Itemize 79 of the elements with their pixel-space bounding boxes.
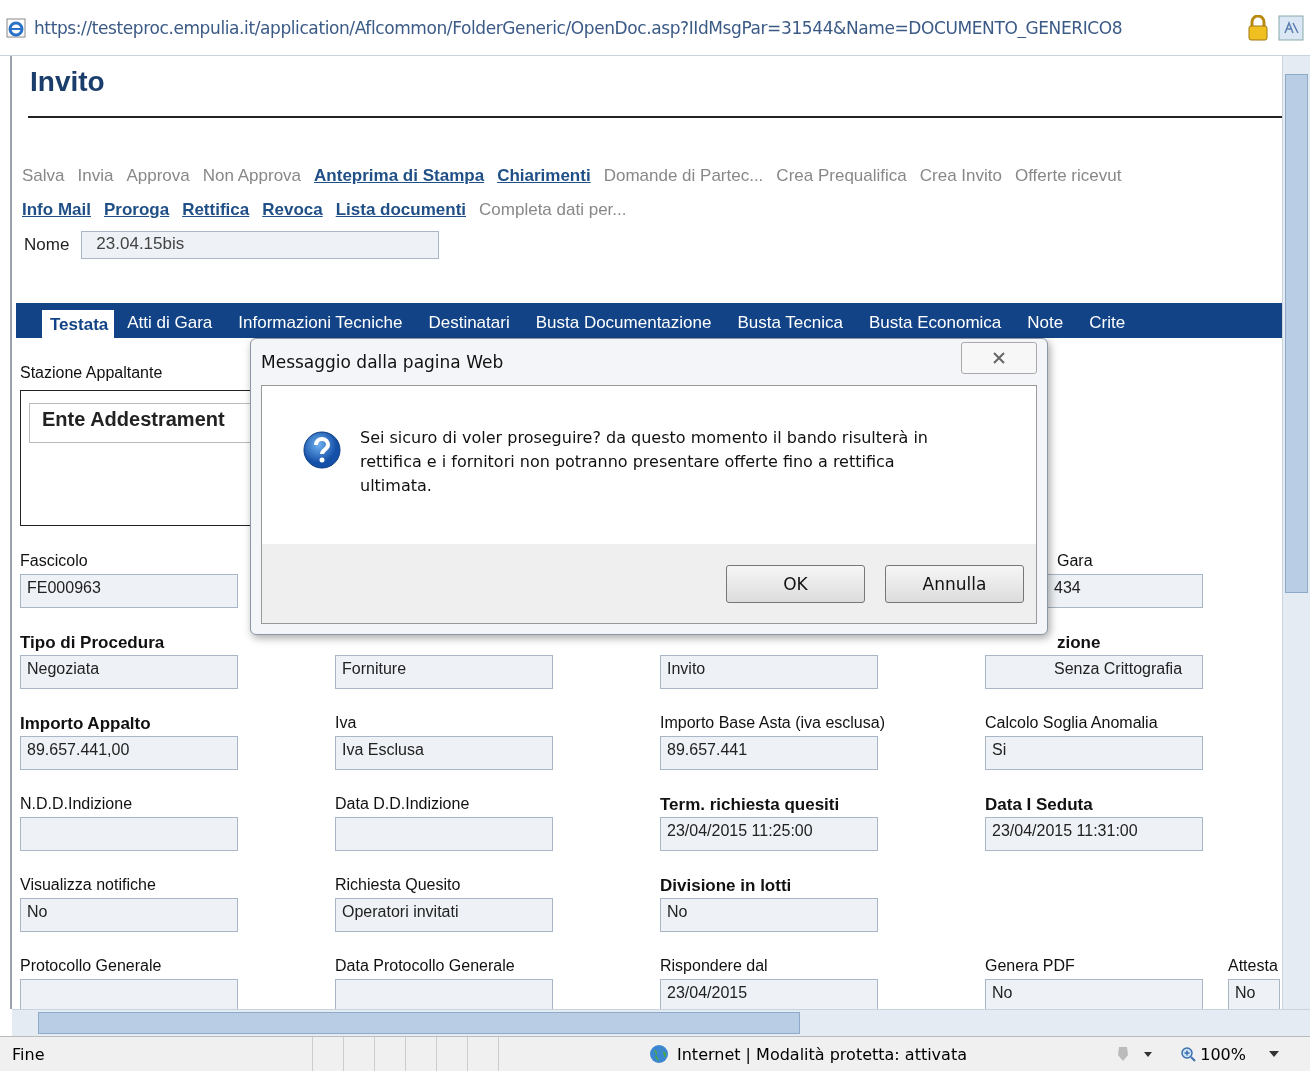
field-label: Term. richiesta quesiti	[660, 795, 841, 816]
text-field[interactable]: Senza Crittografia	[985, 655, 1203, 689]
lock-icon[interactable]	[1246, 14, 1270, 41]
field-label: Iva	[335, 714, 358, 733]
field-label: Tipo di Procedura	[20, 633, 166, 654]
dialog-title: Messaggio dalla pagina Web	[261, 352, 505, 372]
url-text[interactable]: https://testeproc.empulia.it/application/Aflcommon/FolderGeneric/OpenDoc.asp?IIdMsgPar=31544&Name=DOCUMENTO_GENERICO8	[34, 17, 1238, 38]
text-field[interactable]: 89.657.441,00	[20, 736, 238, 770]
toolbar-link[interactable]: Info Mail	[22, 200, 91, 220]
text-field[interactable]: No	[1228, 979, 1280, 1009]
page-title: Invito	[29, 65, 106, 99]
compatibility-icon[interactable]	[1278, 14, 1304, 41]
text-field[interactable]: 23/04/2015 11:31:00	[985, 817, 1203, 851]
vertical-scrollbar[interactable]	[1282, 56, 1310, 1009]
text-field[interactable]: Negoziata	[20, 655, 238, 689]
text-field[interactable]: No	[20, 898, 238, 932]
field-label: Data D.D.Indizione	[335, 795, 471, 814]
field-label: Attesta	[1228, 957, 1279, 976]
text-field[interactable]	[335, 817, 553, 851]
field-label: Visualizza notifiche	[20, 876, 157, 895]
tab[interactable]: Busta Economica	[856, 308, 1015, 338]
tab[interactable]: Busta Documentazione	[522, 308, 725, 338]
text-field[interactable]	[20, 817, 238, 851]
text-field[interactable]: 23/04/2015	[660, 979, 878, 1009]
tab[interactable]: Crite	[1076, 308, 1139, 338]
text-field[interactable]: 89.657.441	[660, 736, 878, 770]
toolbar-link[interactable]: Rettifica	[182, 200, 250, 220]
status-text: Fine	[11, 1044, 46, 1064]
field-label: Richiesta Quesito	[335, 876, 462, 895]
zoom-icon[interactable]	[1180, 1046, 1197, 1062]
text-field[interactable]: Operatori invitati	[335, 898, 553, 932]
field-label: Importo Base Asta (iva esclusa)	[660, 714, 886, 733]
toolbar-link[interactable]: Proroga	[103, 200, 170, 220]
tab[interactable]: Note	[1014, 308, 1077, 338]
name-label: Nome	[24, 235, 70, 255]
ok-button[interactable]: OK	[726, 564, 865, 603]
globe-icon	[649, 1044, 669, 1064]
field-label: Stazione Appaltante	[20, 364, 164, 383]
tab[interactable]: Atti di Gara	[114, 308, 226, 338]
tab[interactable]: Informazioni Tecniche	[225, 308, 416, 338]
field-label: Gara	[1056, 552, 1094, 571]
zoom-level[interactable]: 100%	[1200, 1044, 1246, 1064]
horizontal-scrollbar[interactable]	[12, 1009, 1310, 1036]
text-field[interactable]: No	[985, 979, 1203, 1009]
field-label: Rispondere dal	[660, 957, 769, 976]
text-field[interactable]: Si	[985, 736, 1203, 770]
text-field[interactable]: 23/04/2015 11:25:00	[660, 817, 878, 851]
field-label: Data Protocollo Generale	[335, 957, 516, 976]
field-label: Protocollo Generale	[20, 957, 163, 976]
field-label: N.D.D.Indizione	[20, 795, 134, 814]
field-label: zione	[1056, 633, 1102, 654]
question-icon	[302, 430, 342, 470]
field-label: Importo Appalto	[20, 714, 152, 735]
dropdown-arrow-icon[interactable]	[1268, 1050, 1280, 1058]
tab[interactable]: Testata	[42, 310, 115, 338]
text-field[interactable]	[20, 979, 238, 1009]
field-label: Data I Seduta	[985, 795, 1094, 816]
text-field[interactable]: FE000963	[20, 574, 238, 608]
text-field[interactable]: Forniture	[335, 655, 553, 689]
toolbar-link[interactable]: Revoca	[262, 200, 323, 220]
toolbar-link[interactable]: Lista documenti	[335, 200, 467, 220]
browser-icon	[6, 17, 26, 38]
field-label: Divisione in lotti	[660, 876, 793, 897]
toolbar-link[interactable]: Chiarimenti	[497, 166, 591, 186]
field-label: Fascicolo	[20, 552, 89, 571]
text-field[interactable]	[335, 979, 553, 1009]
field-label: Calcolo Soglia Anomalia	[985, 714, 1159, 733]
field-label: Genera PDF	[985, 957, 1076, 976]
text-field[interactable]: Invito	[660, 655, 878, 689]
text-field[interactable]: Iva Esclusa	[335, 736, 553, 770]
tab[interactable]: Destinatari	[415, 308, 523, 338]
tab[interactable]: Busta Tecnica	[724, 308, 856, 338]
toolbar-link[interactable]: Anteprima di Stampa	[314, 166, 485, 186]
cancel-button[interactable]: Annulla	[885, 564, 1024, 603]
close-button[interactable]	[961, 342, 1037, 374]
text-field[interactable]: No	[660, 898, 878, 932]
security-zone-text: Internet | Modalità protetta: attivata	[677, 1044, 967, 1064]
name-field[interactable]: 23.04.15bis	[81, 231, 440, 259]
close-icon[interactable]	[992, 352, 1006, 364]
